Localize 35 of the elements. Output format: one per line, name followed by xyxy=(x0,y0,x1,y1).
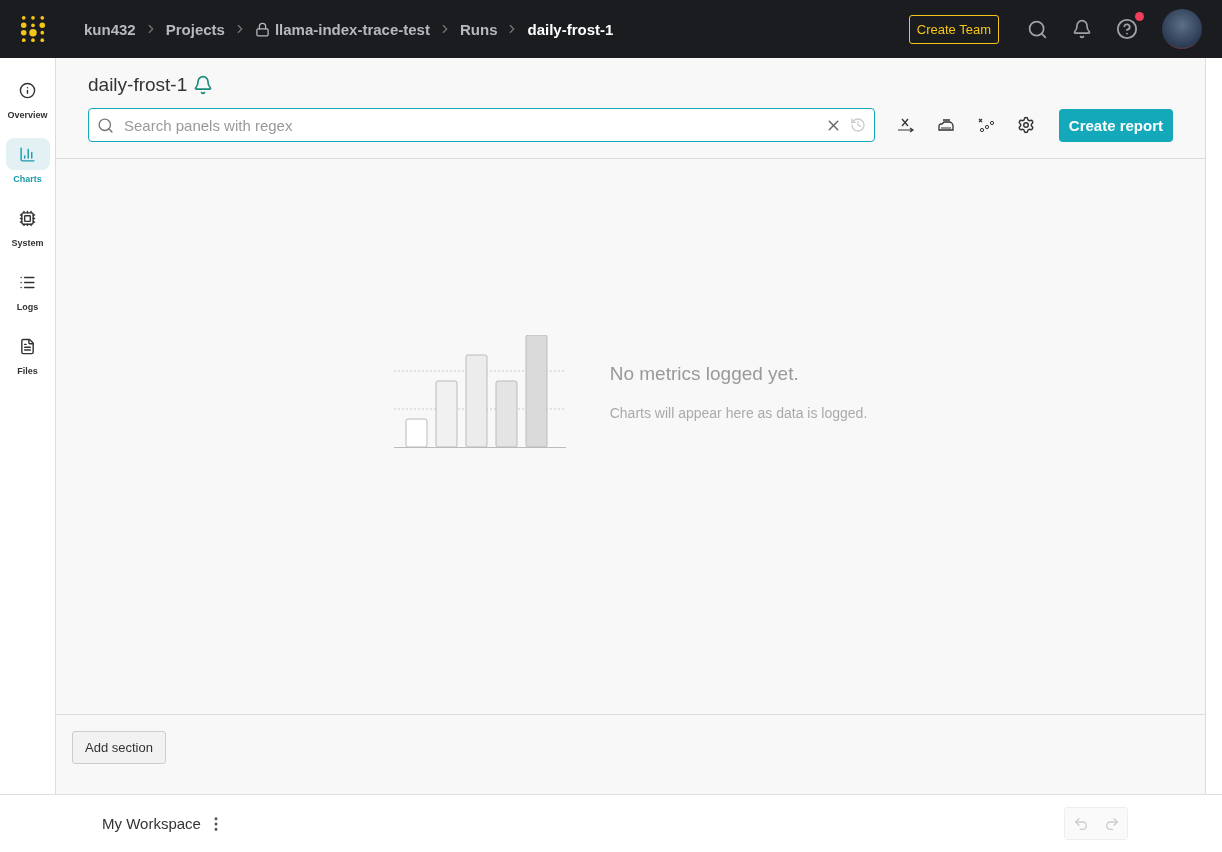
info-icon xyxy=(19,81,36,99)
search-icon xyxy=(97,116,114,134)
breadcrumb-link[interactable]: llama-index-trace-test xyxy=(254,20,430,38)
empty-subtitle: Charts will appear here as data is logged. xyxy=(609,404,868,421)
iron-icon[interactable] xyxy=(936,116,955,134)
create-team-button[interactable]: Create Team xyxy=(908,14,999,44)
breadcrumb-link[interactable]: daily-frost-1 xyxy=(527,20,614,38)
breadcrumb-link[interactable]: kun432 xyxy=(84,20,136,38)
sidebar-item[interactable]: Files xyxy=(5,330,50,376)
add-section-button[interactable]: Add section xyxy=(72,731,166,764)
search-input[interactable]: Search panels with regex xyxy=(122,115,817,135)
breadcrumb-link[interactable]: Projects xyxy=(165,20,225,38)
empty-title: No metrics logged yet. xyxy=(609,362,800,385)
chip-icon xyxy=(19,209,36,227)
sidebar-item[interactable]: Logs xyxy=(5,266,50,312)
bell-icon[interactable] xyxy=(193,75,214,95)
document-icon xyxy=(19,337,36,355)
lock-icon xyxy=(254,21,270,37)
x-axis-icon[interactable] xyxy=(896,116,915,134)
breadcrumb-link[interactable]: Runs xyxy=(459,20,498,38)
settings-icon[interactable] xyxy=(1016,116,1035,134)
sidebar-item[interactable]: System xyxy=(5,202,50,248)
workspace-name[interactable]: My Workspace xyxy=(102,815,201,832)
search-field[interactable]: Search panels with regex xyxy=(88,108,875,142)
bell-icon[interactable] xyxy=(1072,19,1092,39)
avatar[interactable] xyxy=(1162,9,1202,49)
search-icon[interactable] xyxy=(1027,18,1048,40)
sidebar-item[interactable]: Overview xyxy=(5,74,50,120)
redo-icon xyxy=(1103,815,1120,832)
run-title: daily-frost-1 xyxy=(88,74,188,96)
scatter-icon[interactable] xyxy=(976,116,995,134)
logo-icon[interactable] xyxy=(20,14,46,44)
help-icon[interactable] xyxy=(1116,18,1138,40)
undo-icon xyxy=(1072,815,1089,832)
bar-chart-icon xyxy=(19,145,36,163)
